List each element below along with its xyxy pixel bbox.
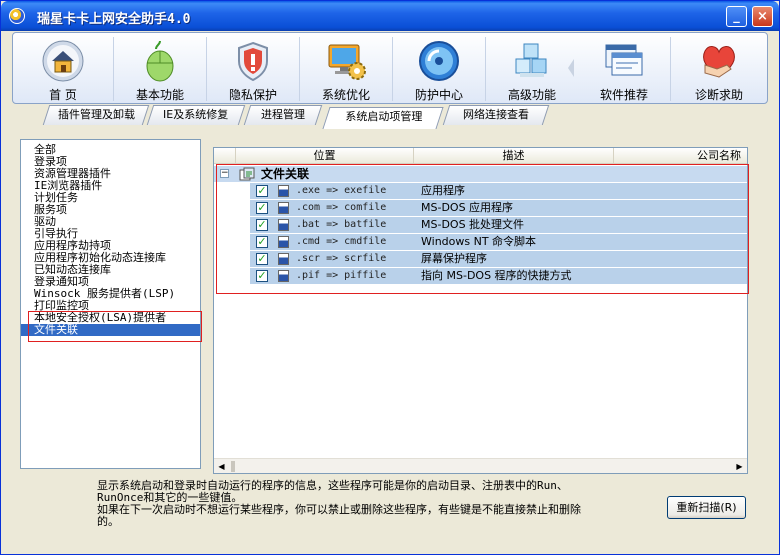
- tool-label: 隐私保护: [228, 88, 277, 102]
- column-location[interactable]: 位置: [236, 148, 414, 164]
- home-icon: [42, 40, 84, 82]
- title-bar[interactable]: 瑞星卡卡上网安全助手4.0 _ ×: [1, 1, 779, 31]
- window-title: 瑞星卡卡上网安全助手4.0: [37, 12, 191, 27]
- shield-icon: [238, 41, 268, 82]
- tab-label: 系统启动项管理: [344, 110, 422, 123]
- tool-home[interactable]: 首 页: [17, 33, 109, 103]
- mouse-icon: [146, 40, 174, 82]
- globe-icon: [419, 41, 459, 81]
- tab-plugins[interactable]: 插件管理及卸载: [42, 105, 150, 125]
- tool-protection[interactable]: 防护中心: [393, 33, 485, 103]
- scroll-thumb[interactable]: [231, 461, 235, 472]
- tool-label: 防护中心: [414, 88, 463, 102]
- close-button[interactable]: ×: [752, 6, 773, 27]
- main-toolbar: 首 页 基本功能 隐私保护 系统优化 防护中心 高级功能 软件推荐 诊断求助: [12, 32, 768, 104]
- main-window: 瑞星卡卡上网安全助手4.0 _ × 首 页 基本功能 隐私保护 系统优化 防护中…: [0, 0, 780, 555]
- column-blank: [214, 148, 236, 164]
- tool-label: 系统优化: [321, 88, 370, 102]
- info-text: 显示系统启动和登录时自动运行的程序的信息，这些程序可能是你的启动目录、注册表中的…: [97, 480, 637, 528]
- rescan-button[interactable]: 重新扫描(R): [667, 496, 746, 519]
- scroll-right-icon[interactable]: ▶: [732, 459, 747, 473]
- tool-advanced[interactable]: 高级功能: [486, 33, 578, 103]
- horizontal-scrollbar[interactable]: ◀ ▶: [214, 458, 747, 473]
- toolbar-scroll-left-icon[interactable]: [566, 57, 576, 79]
- tab-label: 网络连接查看: [463, 108, 529, 121]
- tab-label: 插件管理及卸载: [57, 108, 135, 121]
- tool-label: 基本功能: [135, 88, 184, 102]
- highlight-frame: [216, 164, 749, 294]
- tab-network[interactable]: 网络连接查看: [442, 105, 550, 125]
- tool-label: 软件推荐: [599, 88, 648, 102]
- tab-ie-repair[interactable]: IE及系统修复: [146, 105, 246, 125]
- tab-label: IE及系统修复: [163, 108, 229, 121]
- heart-hand-icon: [703, 46, 735, 78]
- highlight-frame: [28, 311, 202, 342]
- tool-software[interactable]: 软件推荐: [578, 33, 670, 103]
- sub-tab-bar: 插件管理及卸载 IE及系统修复 进程管理 系统启动项管理 网络连接查看: [34, 105, 774, 129]
- category-list[interactable]: 全部 登录项 资源管理器插件 IE浏览器插件 计划任务 服务项 驱动 引导执行 应用程序劫持项应…: [20, 139, 201, 469]
- tool-label: 诊断求助: [694, 88, 743, 102]
- monitor-gear-icon: [328, 44, 366, 80]
- tool-label: 首 页: [49, 88, 77, 102]
- tool-label: 高级功能: [507, 88, 556, 102]
- info-line: 的。: [97, 515, 119, 528]
- tool-help[interactable]: 诊断求助: [671, 33, 767, 103]
- tab-label: 进程管理: [261, 108, 305, 121]
- tab-process[interactable]: 进程管理: [243, 105, 323, 125]
- column-company[interactable]: 公司名称: [614, 148, 747, 164]
- info-line: 如果在下一次启动时不想运行某些程序，你可以禁止或删除这些程序，有些键是不能直接禁…: [97, 503, 581, 516]
- cubes-icon: [515, 43, 547, 77]
- tool-privacy[interactable]: 隐私保护: [207, 33, 299, 103]
- minimize-button[interactable]: _: [726, 6, 747, 27]
- tool-optimize[interactable]: 系统优化: [300, 33, 392, 103]
- app-logo-icon: [9, 8, 25, 24]
- tool-basic[interactable]: 基本功能: [114, 33, 206, 103]
- column-description[interactable]: 描述: [414, 148, 614, 164]
- column-header: 位置 描述 公司名称: [214, 148, 747, 164]
- tab-startup[interactable]: 系统启动项管理: [322, 107, 444, 129]
- scroll-left-icon[interactable]: ◀: [214, 459, 229, 473]
- windows-icon: [605, 44, 643, 76]
